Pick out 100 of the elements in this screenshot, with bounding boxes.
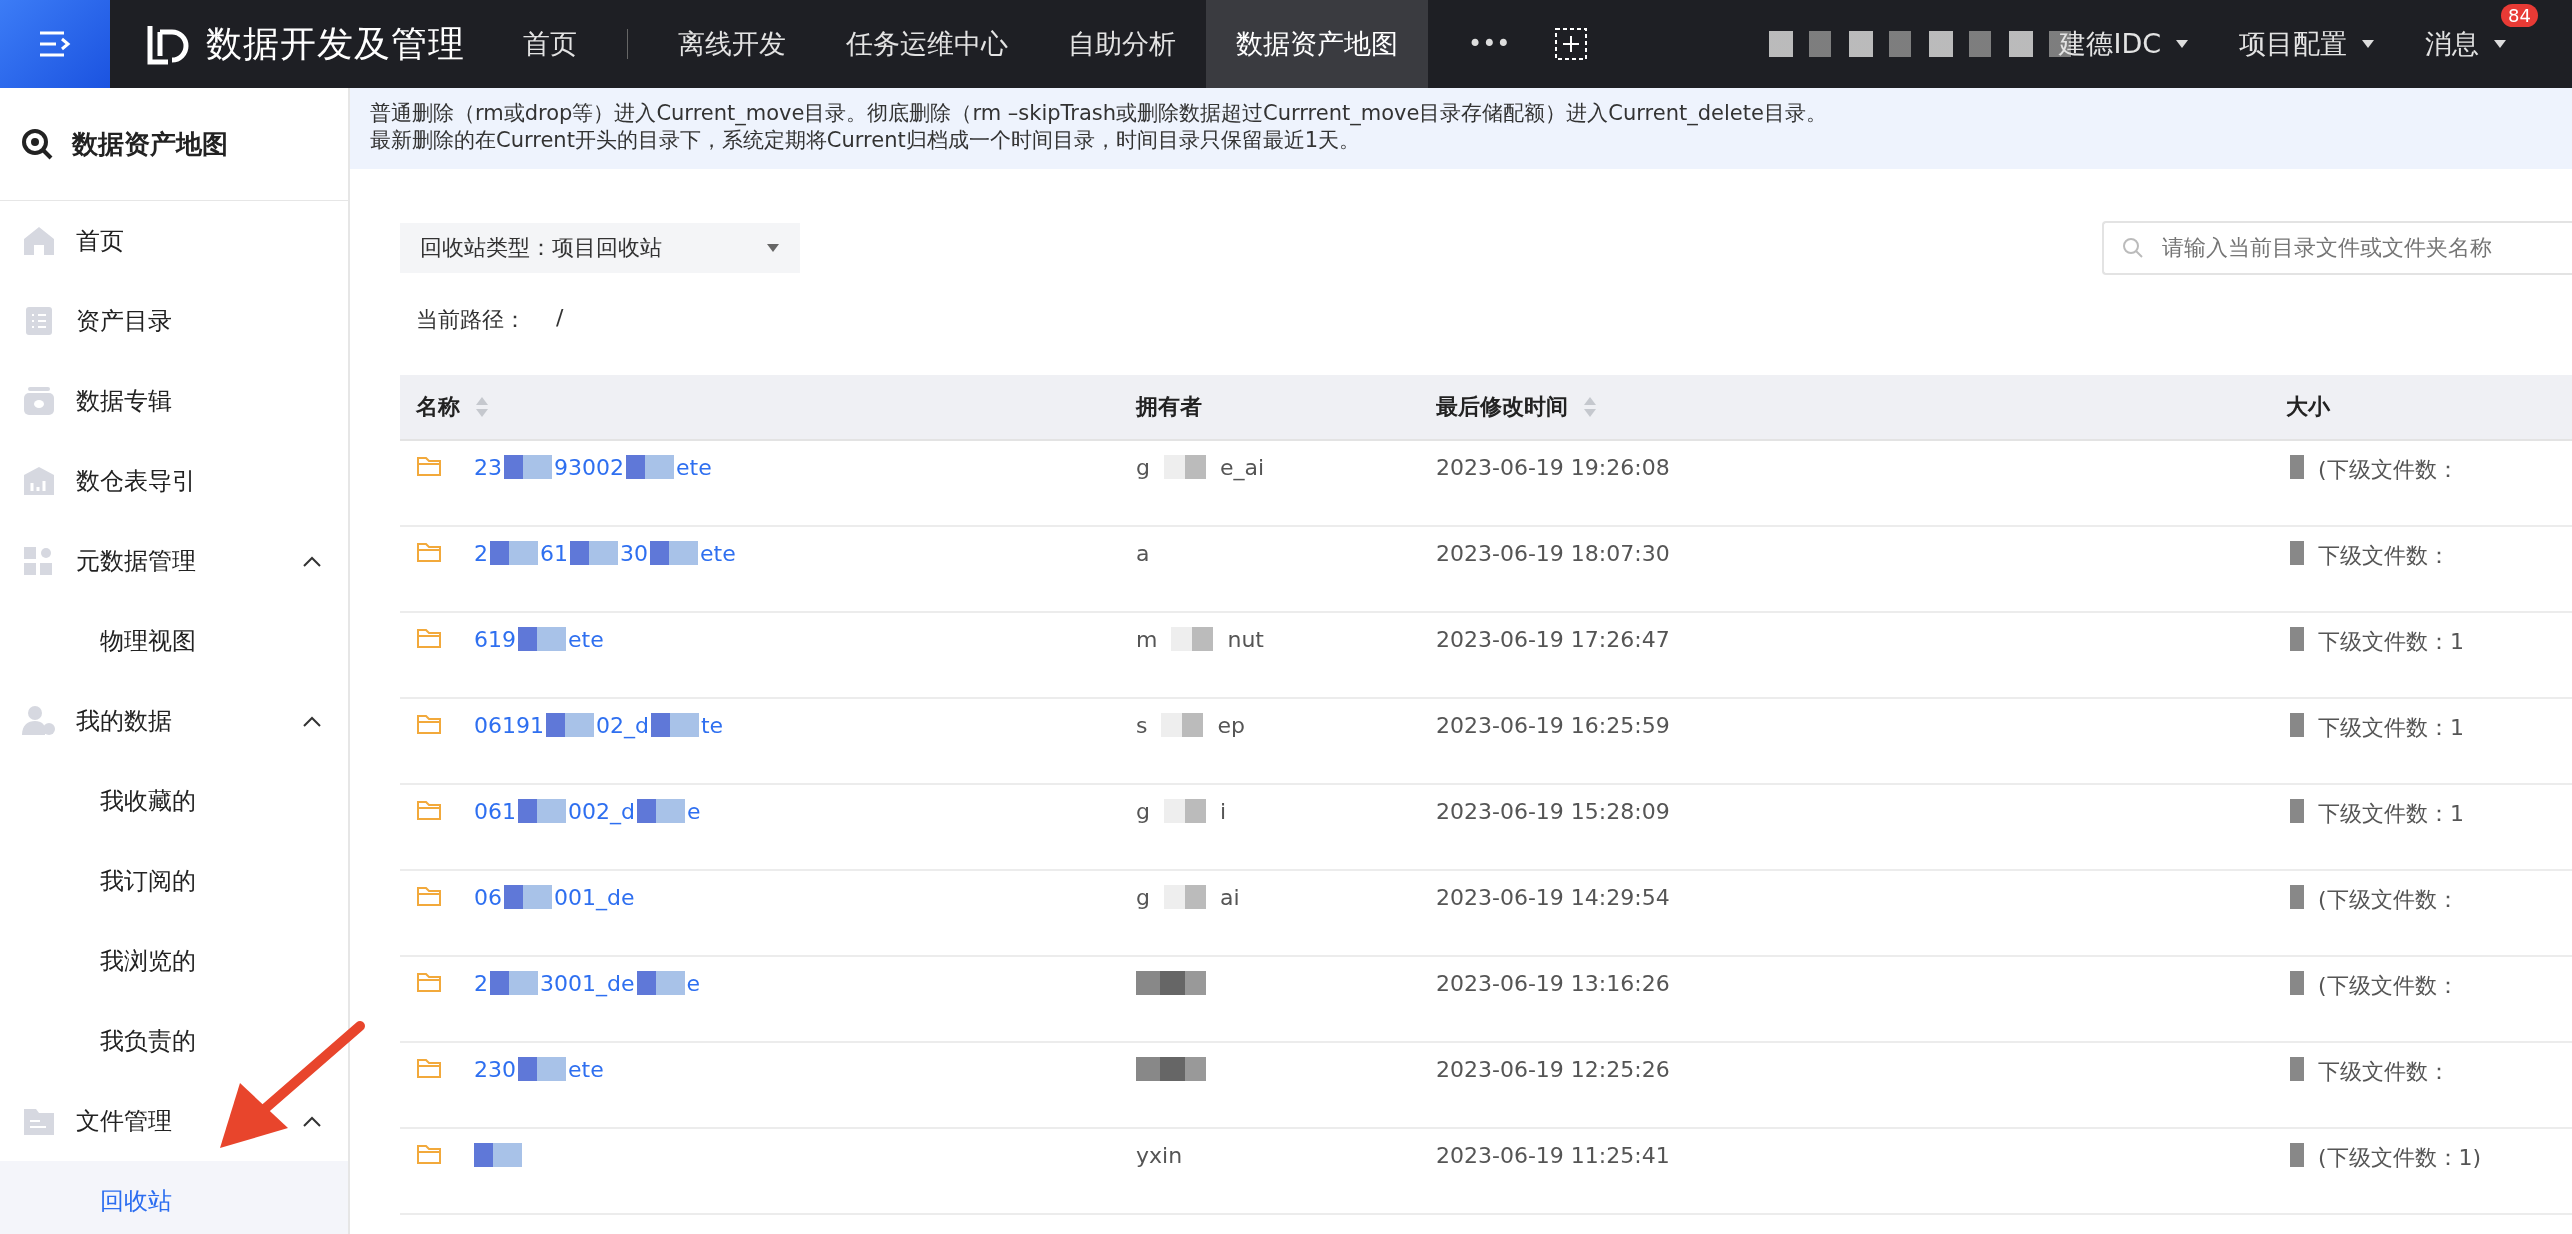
recycle-type-select[interactable]: 回收站类型：项目回收站 xyxy=(400,222,800,273)
sidebar-item[interactable]: 元数据管理 xyxy=(0,521,348,601)
folder-name[interactable]: e xyxy=(686,798,701,824)
count-badge: 84 xyxy=(2501,4,2538,27)
owner-name: g xyxy=(1136,454,1150,480)
folder-icon xyxy=(416,540,442,563)
sidebar-subitem[interactable]: 我负责的 xyxy=(0,1001,348,1081)
file-size: (下级文件数： xyxy=(2318,885,2459,914)
redaction-mosaic xyxy=(1163,798,1206,823)
app-title: 数据开发及管理 xyxy=(206,21,465,66)
sidebar-icon xyxy=(22,385,56,417)
folder-icon xyxy=(416,1142,442,1165)
folder-name[interactable]: 23 xyxy=(474,454,502,480)
owner-name: a xyxy=(1136,540,1150,566)
folder-icon xyxy=(416,970,442,993)
redaction-mosaic xyxy=(2290,1142,2304,1167)
folder-icon xyxy=(416,798,442,821)
nav-tab[interactable]: 离线开发 xyxy=(648,0,816,88)
redaction-mosaic xyxy=(650,713,699,738)
sidebar-title: 数据资产地图 xyxy=(72,127,228,161)
redaction-mosaic xyxy=(2290,884,2304,909)
folder-name[interactable]: 002_d xyxy=(568,798,635,824)
nav-tab[interactable]: 首页 xyxy=(493,0,607,88)
redaction-mosaic xyxy=(518,627,566,652)
header-dropdown[interactable]: 建德IDC xyxy=(2059,26,2190,62)
folder-name[interactable]: ete xyxy=(676,454,712,480)
owner-name: ep xyxy=(1217,712,1245,738)
sidebar-subitem[interactable]: 我收藏的 xyxy=(0,761,348,841)
search-field[interactable]: 请输入当前目录文件或文件夹名称 xyxy=(2102,220,2572,275)
folder-name[interactable]: 619 xyxy=(474,626,516,652)
folder-name[interactable]: 06 xyxy=(474,884,502,910)
sidebar-item[interactable]: 数据专辑 xyxy=(0,361,348,441)
sidebar-subitem[interactable]: 我订阅的 xyxy=(0,841,348,921)
folder-name[interactable]: ete xyxy=(568,1056,604,1082)
folder-name[interactable]: te xyxy=(700,712,724,738)
column-header: 大小 xyxy=(2286,392,2330,421)
nav-tab[interactable]: 自助分析 xyxy=(1038,0,1206,88)
owner-name: s xyxy=(1136,712,1148,738)
caret-icon xyxy=(2175,39,2190,49)
redaction-mosaic xyxy=(636,971,685,996)
sidebar-item[interactable]: 数仓表导引 xyxy=(0,441,348,521)
header-dropdown[interactable]: 消息 xyxy=(2425,26,2508,62)
column-header: 最后修改时间 xyxy=(1436,392,1568,421)
menu-icon xyxy=(38,30,72,58)
redaction-mosaic xyxy=(1136,1056,1206,1081)
folder-icon xyxy=(416,454,442,477)
folder-name[interactable]: 2 xyxy=(474,540,488,566)
folder-name[interactable]: 001_de xyxy=(554,884,635,910)
add-icon[interactable] xyxy=(1554,27,1589,61)
file-size: (下级文件数：1) xyxy=(2318,1143,2482,1172)
sidebar-item[interactable]: 我的数据 xyxy=(0,681,348,761)
redaction-mosaic xyxy=(1171,626,1214,651)
file-size: 下级文件数： xyxy=(2318,1057,2450,1086)
folder-name[interactable]: 061 xyxy=(474,798,516,824)
folder-icon xyxy=(416,626,442,649)
sidebar-subitem[interactable]: 我浏览的 xyxy=(0,921,348,1001)
folder-name[interactable]: ete xyxy=(700,540,736,566)
sidebar-icon xyxy=(22,465,56,497)
sidebar-item[interactable]: 资产目录 xyxy=(0,281,348,361)
nav-tab[interactable]: 数据资产地图 xyxy=(1206,0,1428,88)
redaction-mosaic xyxy=(504,885,552,910)
folder-name[interactable]: 3001_de xyxy=(540,970,635,996)
redaction-mosaic xyxy=(2290,626,2304,651)
folder-name[interactable]: 93002 xyxy=(554,454,624,480)
column-header: 名称 xyxy=(416,392,460,421)
redaction-mosaic xyxy=(650,541,698,566)
redaction-mosaic xyxy=(626,455,674,480)
folder-name[interactable]: 230 xyxy=(474,1056,516,1082)
sidebar-subitem[interactable]: 回收站 xyxy=(0,1161,348,1234)
redaction-mosaic xyxy=(518,799,566,824)
folder-name[interactable]: ete xyxy=(568,626,604,652)
nav-tab[interactable]: 任务运维中心 xyxy=(816,0,1038,88)
owner-name: nut xyxy=(1227,626,1264,652)
sidebar-item[interactable]: 首页 xyxy=(0,201,348,281)
modified-time: 2023-06-19 14:29:54 xyxy=(1436,884,1670,910)
file-size: (下级文件数： xyxy=(2318,971,2459,1000)
modified-time: 2023-06-19 18:07:30 xyxy=(1436,540,1670,566)
file-size: (下级文件数： xyxy=(2318,455,2459,484)
menu-button[interactable] xyxy=(0,0,110,88)
folder-name[interactable]: 02_d xyxy=(596,712,649,738)
redaction-mosaic xyxy=(2290,540,2304,565)
owner-name: m xyxy=(1136,626,1158,652)
file-size: 下级文件数：1 xyxy=(2318,799,2464,828)
redaction-mosaic xyxy=(1161,712,1204,737)
modified-time: 2023-06-19 15:28:09 xyxy=(1436,798,1670,824)
sidebar-subitem[interactable]: 物理视图 xyxy=(0,601,348,681)
file-size: 下级文件数：1 xyxy=(2318,627,2464,656)
folder-name[interactable]: 30 xyxy=(620,540,648,566)
folder-name[interactable]: e xyxy=(686,970,701,996)
folder-name[interactable]: 61 xyxy=(540,540,568,566)
owner-name: i xyxy=(1219,798,1227,824)
redaction-mosaic xyxy=(1136,970,1206,995)
folder-name[interactable]: 06191 xyxy=(474,712,544,738)
more-menu[interactable]: ••• xyxy=(1468,30,1511,58)
file-size: 下级文件数： xyxy=(2318,541,2450,570)
modified-time: 2023-06-19 13:16:26 xyxy=(1436,970,1670,996)
header-dropdown[interactable]: 项目配置 xyxy=(2239,26,2376,62)
folder-name[interactable]: 2 xyxy=(474,970,488,996)
sidebar-item[interactable]: 文件管理 xyxy=(0,1081,348,1161)
redaction-mosaic xyxy=(518,1057,566,1082)
